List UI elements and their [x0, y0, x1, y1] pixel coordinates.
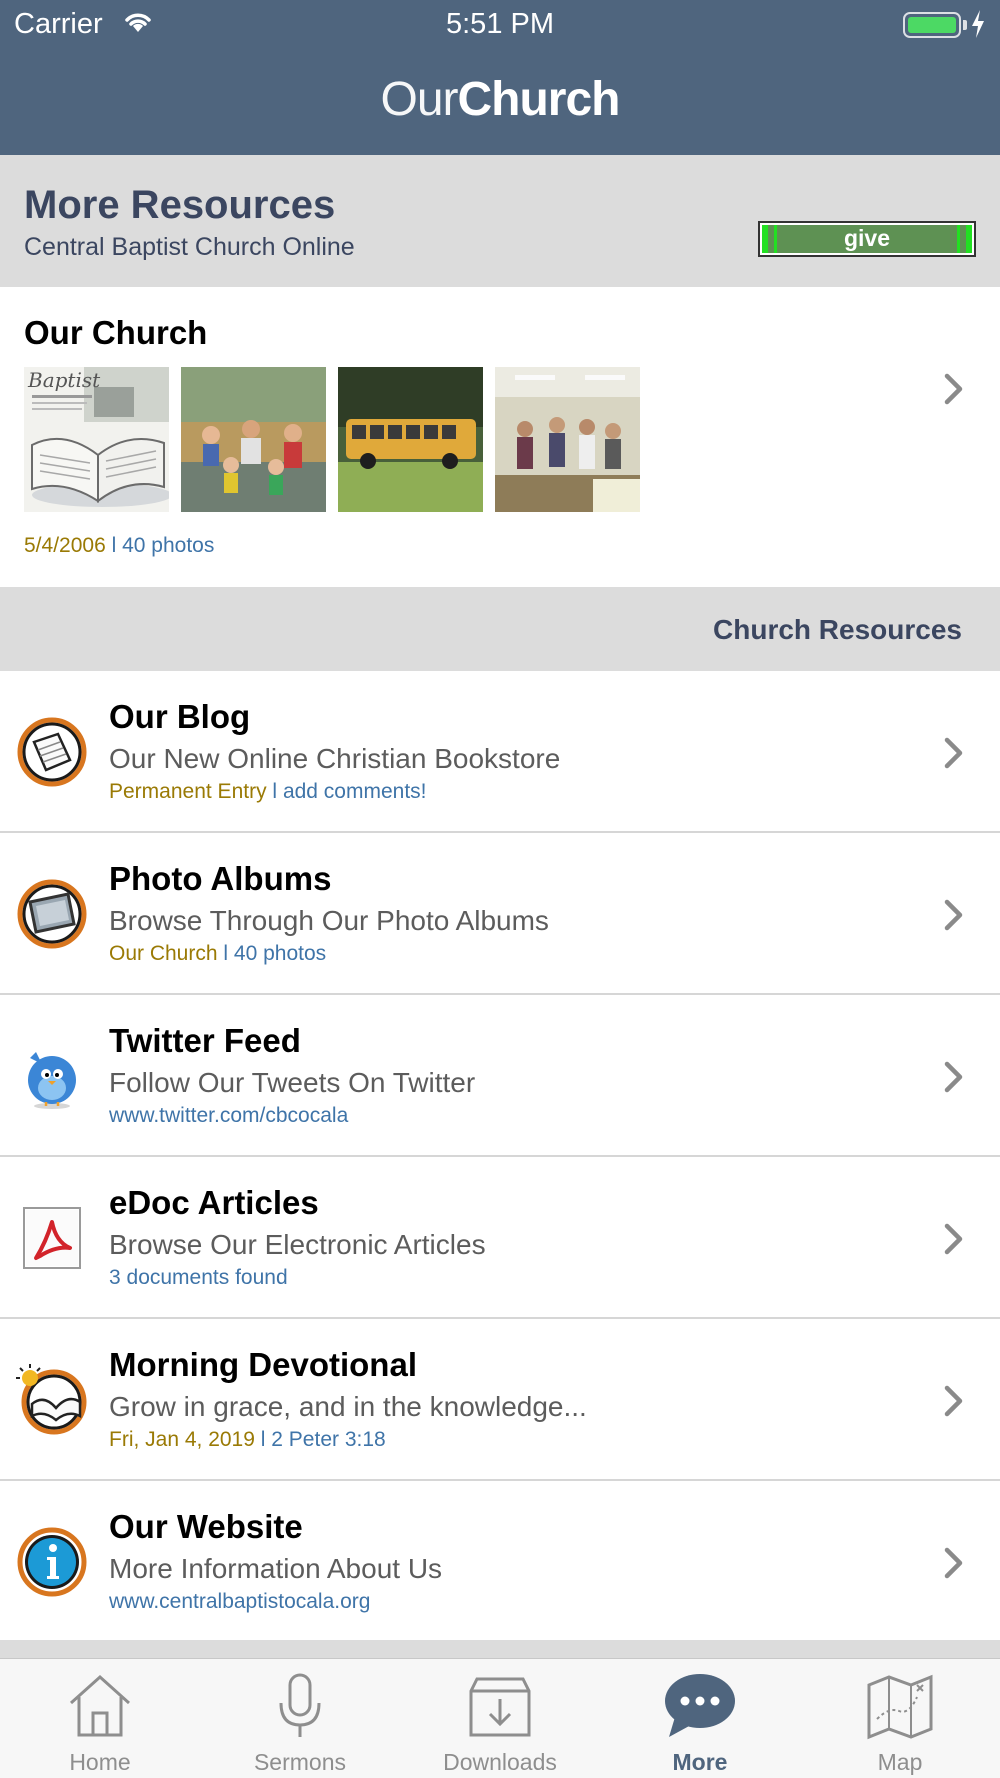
download-tray-icon [465, 1671, 535, 1746]
tab-bar: Home Sermons Downloads More Map [0, 1658, 1000, 1778]
status-bar: Carrier 5:51 PM [0, 0, 1000, 50]
photo-album-card[interactable]: Our Church Baptist 5/4/2006 l 40 photos [0, 287, 1000, 587]
tab-downloads[interactable]: Downloads [400, 1659, 600, 1778]
list-item-twitter-feed[interactable]: Twitter Feed Follow Our Tweets On Twitte… [0, 995, 1000, 1157]
list-item-subtitle: More Information About Us [109, 1553, 443, 1584]
list-item-title: eDoc Articles [109, 1184, 319, 1221]
album-date: 5/4/2006 [24, 534, 106, 557]
chevron-right-icon [943, 1546, 965, 1580]
charging-bolt-icon [970, 10, 986, 43]
tab-more[interactable]: More [600, 1659, 800, 1778]
top-navigation-bar: Carrier 5:51 PM OurChurch [0, 0, 1000, 155]
album-thumbnails: Baptist [24, 367, 640, 512]
album-title: Our Church [24, 314, 208, 351]
chevron-right-icon [943, 372, 965, 406]
album-thumbnail-bible: Baptist [24, 367, 169, 512]
page-subtitle: Central Baptist Church Online [24, 233, 355, 261]
album-photo-count: 40 photos [122, 534, 215, 557]
list-item-title: Twitter Feed [109, 1022, 301, 1059]
page-header: More Resources Central Baptist Church On… [0, 155, 1000, 287]
give-button-label: give [762, 225, 972, 253]
list-item-meta: Permanent Entry l add comments! [109, 780, 427, 804]
give-button[interactable]: give [758, 221, 976, 257]
page-title: More Resources [24, 183, 336, 227]
list-item-subtitle: Our New Online Christian Bookstore [109, 743, 561, 774]
list-item-edoc-articles[interactable]: eDoc Articles Browse Our Electronic Arti… [0, 1157, 1000, 1319]
chevron-right-icon [943, 1384, 965, 1418]
tab-label: Map [877, 1749, 923, 1775]
section-header: Church Resources [0, 587, 1000, 671]
chat-bubble-icon [663, 1671, 737, 1746]
chevron-right-icon [943, 736, 965, 770]
album-meta: 5/4/2006 l 40 photos [24, 534, 214, 558]
app-brand-logo: OurChurch [0, 72, 1000, 127]
chevron-right-icon [943, 898, 965, 932]
battery-tip [963, 20, 967, 30]
tab-label: Home [69, 1749, 131, 1775]
map-icon [865, 1671, 935, 1746]
tab-home[interactable]: Home [0, 1659, 200, 1778]
list-item-meta: 3 documents found [109, 1266, 288, 1290]
list-item-meta-secondary: www.twitter.com/cbcocala [109, 1104, 349, 1127]
tab-label: Sermons [253, 1749, 347, 1775]
tab-sermons[interactable]: Sermons [200, 1659, 400, 1778]
info-icon [16, 1526, 88, 1598]
list-item-meta-primary: Our Church [109, 942, 218, 965]
list-item-meta-primary: Permanent Entry [109, 780, 267, 803]
battery-icon [903, 12, 961, 38]
tab-map[interactable]: Map [800, 1659, 1000, 1778]
album-thumbnail-bus [338, 367, 483, 512]
album-thumbnail-children [181, 367, 326, 512]
list-item-morning-devotional[interactable]: Morning Devotional Grow in grace, and in… [0, 1319, 1000, 1481]
list-item-meta-primary: Fri, Jan 4, 2019 [109, 1428, 255, 1451]
list-item-our-website[interactable]: Our Website More Information About Us ww… [0, 1481, 1000, 1643]
list-item-meta-secondary: 3 documents found [109, 1266, 288, 1289]
list-footer-divider [0, 1640, 1000, 1658]
list-item-meta: Fri, Jan 4, 2019 l 2 Peter 3:18 [109, 1428, 386, 1452]
list-item-title: Morning Devotional [109, 1346, 417, 1383]
twitter-bird-icon [16, 1040, 88, 1112]
list-item-meta: www.centralbaptistocala.org [109, 1590, 370, 1614]
pdf-document-icon [16, 1202, 88, 1274]
svg-text:Baptist: Baptist [27, 368, 101, 392]
chevron-right-icon [943, 1060, 965, 1094]
microphone-icon [265, 1671, 335, 1746]
chevron-right-icon [943, 1222, 965, 1256]
sunrise-bible-icon [16, 1364, 88, 1436]
list-item-title: Our Blog [109, 698, 251, 735]
list-item-subtitle: Browse Our Electronic Articles [109, 1229, 486, 1260]
album-meta-separator: l [111, 534, 117, 557]
status-time: 5:51 PM [446, 8, 554, 40]
list-item-subtitle: Follow Our Tweets On Twitter [109, 1067, 476, 1098]
list-item-title: Photo Albums [109, 860, 332, 897]
section-title: Church Resources [713, 614, 962, 645]
list-item-title: Our Website [109, 1508, 303, 1545]
list-item-subtitle: Browse Through Our Photo Albums [109, 905, 549, 936]
list-item-meta: www.twitter.com/cbcocala [109, 1104, 348, 1128]
list-item-photo-albums[interactable]: Photo Albums Browse Through Our Photo Al… [0, 833, 1000, 995]
brand-bold-text: Church [457, 73, 621, 126]
tab-label: Downloads [443, 1749, 557, 1775]
tab-label: More [672, 1749, 728, 1775]
blog-notepad-icon [16, 716, 88, 788]
list-item-meta-secondary: add comments! [282, 780, 427, 803]
resource-list: Our Blog Our New Online Christian Bookst… [0, 671, 1000, 1643]
home-icon [65, 1671, 135, 1746]
list-item-meta-separator: l [272, 780, 278, 803]
list-item-meta-secondary: 2 Peter 3:18 [271, 1428, 386, 1451]
album-thumbnail-gathering [495, 367, 640, 512]
list-item-meta-separator: l [223, 942, 229, 965]
photo-frame-icon [16, 878, 88, 950]
list-item-meta-secondary: www.centralbaptistocala.org [109, 1590, 371, 1613]
list-item-meta: Our Church l 40 photos [109, 942, 326, 966]
list-item-meta-separator: l [260, 1428, 266, 1451]
list-item-our-blog[interactable]: Our Blog Our New Online Christian Bookst… [0, 671, 1000, 833]
brand-light-text: Our [380, 73, 458, 126]
list-item-subtitle: Grow in grace, and in the knowledge... [109, 1391, 587, 1422]
list-item-meta-secondary: 40 photos [233, 942, 327, 965]
